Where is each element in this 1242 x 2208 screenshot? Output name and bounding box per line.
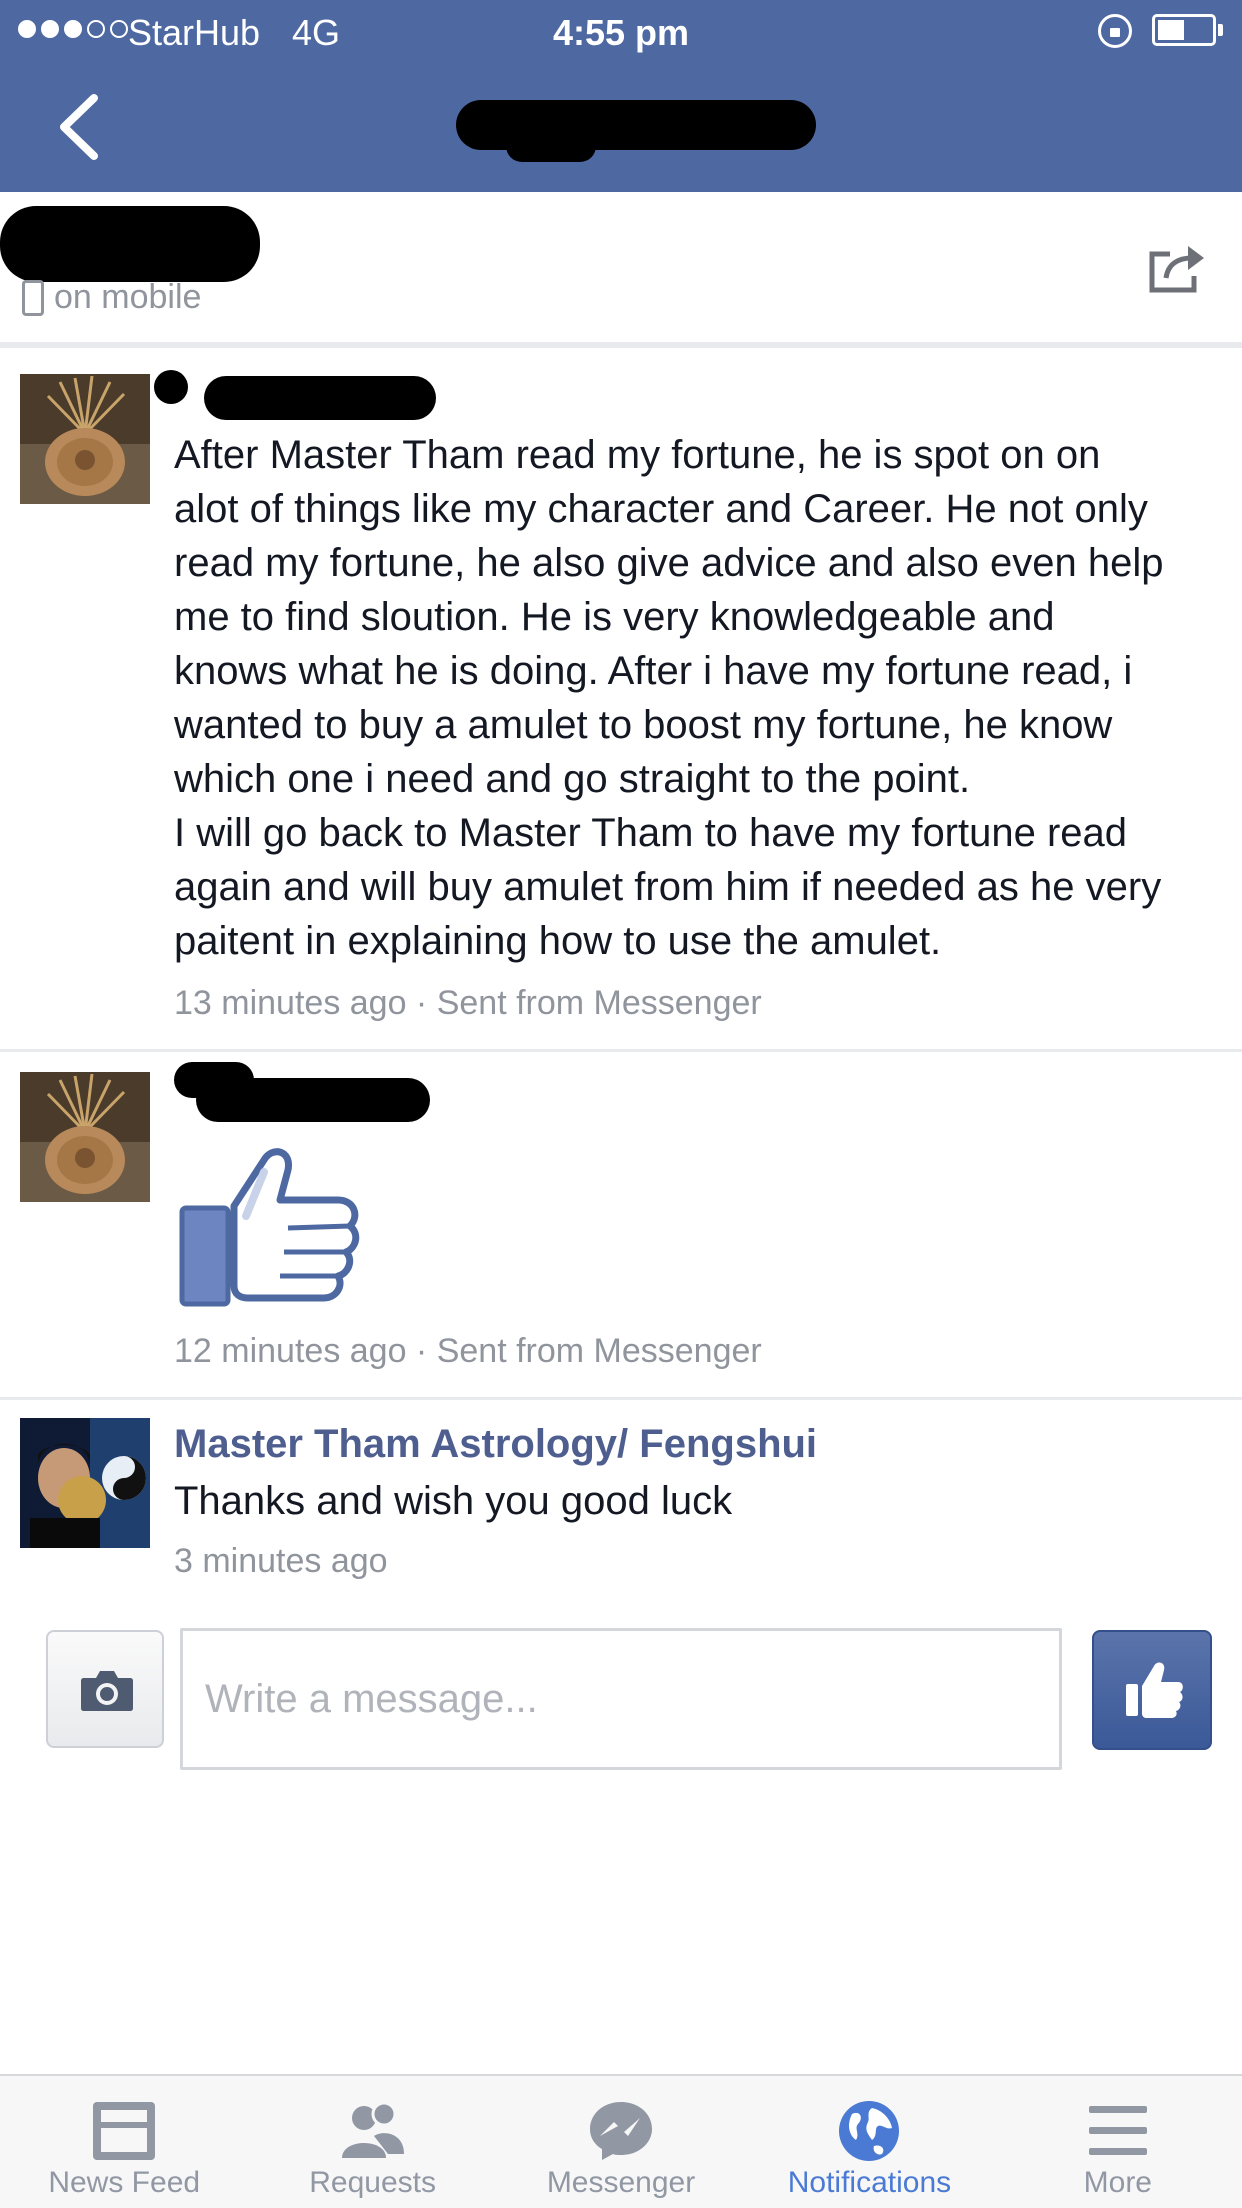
status-time: 4:55 pm	[552, 12, 690, 53]
message-line: read my fortune, he also give advice and…	[174, 541, 1164, 585]
conversation-header: on mobile	[0, 192, 1242, 348]
tab-label: More	[1083, 2166, 1152, 2199]
status-bar: StarHub 4G 4:55 pm	[0, 0, 1242, 62]
message-text: Thanks and wish you good luck	[174, 1479, 733, 1523]
avatar-image	[20, 1418, 150, 1548]
message-text: After Master Tham read my fortune, he is…	[174, 428, 1224, 968]
message-line: again and will buy amulet from him if ne…	[174, 865, 1162, 909]
globe-icon	[839, 2101, 900, 2161]
sender-avatar[interactable]	[20, 374, 150, 504]
tab-bar: News Feed Requests Messenger Notificatio…	[0, 2074, 1242, 2208]
tab-requests[interactable]: Requests	[248, 2076, 496, 2208]
message-item: Master Tham Astrology/ Fengshui Thanks a…	[0, 1400, 1242, 1618]
thumbs-up-sticker	[179, 1148, 360, 1307]
presence-status: on mobile	[22, 278, 201, 317]
tab-label: Requests	[309, 2166, 436, 2199]
tab-notifications[interactable]: Notifications	[745, 2076, 993, 2208]
message-line: I will go back to Master Tham to have my…	[174, 811, 1128, 855]
message-item: 12 minutes ago · Sent from Messenger	[0, 1052, 1242, 1400]
tab-more[interactable]: More	[994, 2076, 1242, 2208]
sender-avatar[interactable]	[20, 1418, 150, 1548]
mobile-phone-icon	[22, 279, 44, 316]
avatar-image	[20, 374, 150, 504]
battery-level	[1158, 20, 1184, 40]
camera-icon	[81, 1671, 133, 1711]
messenger-icon	[590, 2102, 653, 2160]
message-meta: 3 minutes ago	[174, 1542, 388, 1580]
sender-avatar[interactable]	[20, 1072, 150, 1202]
tab-label: Messenger	[546, 2166, 696, 2199]
thumbs-up-icon	[1126, 1662, 1183, 1718]
message-line: knows what he is doing. After i have my …	[174, 649, 1133, 693]
send-like-button[interactable]	[1092, 1630, 1212, 1750]
presence-label: on mobile	[54, 278, 202, 316]
message-line: wanted to buy a amulet to boost my fortu…	[174, 703, 1113, 747]
sender-name[interactable]: Master Tham Astrology/ Fengshui	[174, 1422, 817, 1467]
tab-messenger[interactable]: Messenger	[497, 2076, 745, 2208]
avatar-image	[20, 1072, 150, 1202]
rotation-lock-icon	[1098, 14, 1132, 48]
battery-icon	[1152, 14, 1216, 46]
redacted-sender-mark	[154, 370, 188, 404]
friend-requests-icon	[341, 2101, 404, 2158]
redacted-sender-name	[196, 1078, 430, 1122]
message-meta: 13 minutes ago · Sent from Messenger	[174, 984, 762, 1022]
message-line: which one i need and go straight to the …	[174, 757, 971, 801]
camera-button[interactable]	[46, 1630, 164, 1748]
message-line: me to find sloution. He is very knowledg…	[174, 595, 1055, 639]
menu-icon	[1088, 2106, 1147, 2155]
share-icon	[1149, 246, 1204, 293]
redacted-sender-name	[204, 376, 436, 420]
message-input[interactable]	[180, 1628, 1062, 1770]
message-line: alot of things like my character and Car…	[174, 487, 1148, 531]
back-button[interactable]	[50, 92, 110, 162]
tab-label: News Feed	[48, 2166, 201, 2199]
chevron-left-icon	[60, 94, 98, 160]
tab-news-feed[interactable]: News Feed	[0, 2076, 248, 2208]
redacted-title	[456, 100, 816, 162]
message-item: After Master Tham read my fortune, he is…	[0, 354, 1242, 1052]
tab-label: Notifications	[787, 2166, 952, 2199]
share-button[interactable]	[1146, 240, 1208, 296]
top-bar: StarHub 4G 4:55 pm	[0, 0, 1242, 192]
message-meta: 12 minutes ago · Sent from Messenger	[174, 1332, 762, 1370]
redacted-contact-name	[0, 206, 260, 282]
news-feed-icon	[93, 2102, 156, 2160]
message-line: paitent in explaining how to use the amu…	[174, 919, 942, 963]
message-line: After Master Tham read my fortune, he is…	[174, 433, 1101, 477]
